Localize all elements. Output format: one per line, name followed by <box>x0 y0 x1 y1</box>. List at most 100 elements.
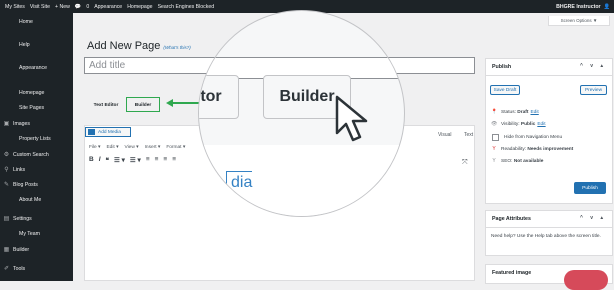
comments-icon[interactable]: 💬 <box>75 4 81 10</box>
help-chat-button[interactable] <box>564 270 608 290</box>
visibility-edit-link[interactable]: Edit <box>537 122 545 127</box>
align-center-icon[interactable]: ≡ <box>155 156 159 164</box>
editor-menubar: File ▾ Edit ▾ View ▾ Insert ▾ Format ▾ <box>89 145 185 150</box>
admin-bar-search-engines[interactable]: Search Engines Blocked <box>158 4 215 10</box>
user-avatar-icon[interactable]: 👤 <box>604 4 610 10</box>
sidebar-item-label: Homepage <box>19 89 45 96</box>
sidebar-item-label: Help <box>19 41 30 48</box>
sidebar-item-home[interactable]: Home <box>0 16 73 27</box>
align-justify-icon[interactable]: ≡ <box>172 156 176 164</box>
editor-toolbar: B I ❝ ☰ ▾ ☰ ▾ ≡ ≡ ≡ ≡ <box>89 156 176 164</box>
admin-bar-homepage[interactable]: Homepage <box>127 4 152 10</box>
featured-image-title: Featured image <box>492 270 532 276</box>
media-icon <box>88 129 95 135</box>
wrench-icon: ✐ <box>3 266 10 272</box>
panel-toggle-icon[interactable]: ^ v ▴ <box>580 63 606 69</box>
sidebar-item-images[interactable]: ▣ Images <box>0 118 73 129</box>
visibility-row: 👁 Visibility: Public Edit <box>491 121 546 127</box>
admin-bar-visit-site[interactable]: Visit Site <box>30 4 50 10</box>
screen-options-button[interactable]: Screen Options ▼ <box>548 16 610 26</box>
publish-panel-header[interactable]: Publish ^ v ▴ <box>486 59 612 76</box>
tab-text[interactable]: Text <box>464 132 473 138</box>
sidebar-item-my-team[interactable]: My Team <box>0 228 73 239</box>
page-title: Add New Page (What's this?) <box>87 40 191 52</box>
sidebar-item-site-pages[interactable]: Site Pages <box>0 102 73 113</box>
add-media-button[interactable]: Add Media <box>85 127 131 137</box>
page-title-text: Add New Page <box>87 40 161 52</box>
page-attributes-header[interactable]: Page Attributes ^ v ▴ <box>486 211 612 228</box>
sidebar-item-label: Home <box>19 18 33 25</box>
menu-file[interactable]: File ▾ <box>89 145 100 150</box>
seo-value: Not available <box>513 158 544 164</box>
pin-icon: ✎ <box>3 182 10 188</box>
sidebar-item-links[interactable]: ⚲ Links <box>0 164 73 175</box>
settings-icon: ▤ <box>3 216 10 222</box>
bullet-list-icon[interactable]: ☰ ▾ <box>114 156 125 164</box>
admin-bar-appearance[interactable]: Appearance <box>94 4 122 10</box>
menu-view[interactable]: View ▾ <box>125 145 139 150</box>
numbered-list-icon[interactable]: ☰ ▾ <box>130 156 141 164</box>
expand-icon[interactable]: ⤧ <box>462 159 468 167</box>
sidebar-item-label: Settings <box>13 215 32 222</box>
bold-icon[interactable]: B <box>89 156 94 164</box>
save-draft-button[interactable]: Save Draft <box>490 85 520 95</box>
hide-nav-row: Hide from Navigation Menu <box>491 134 562 141</box>
seo-label: SEO: <box>501 158 513 164</box>
sidebar-item-about-me[interactable]: About Me <box>0 194 73 205</box>
blockquote-icon[interactable]: ❝ <box>106 156 110 164</box>
hide-nav-checkbox[interactable] <box>492 134 499 141</box>
whats-this-link[interactable]: (What's this?) <box>163 45 190 50</box>
zoom-lens: tor Builder dia <box>198 10 405 217</box>
sidebar-item-blog-posts[interactable]: ✎ Blog Posts <box>0 179 73 190</box>
admin-bar-my-sites[interactable]: My Sites <box>5 4 25 10</box>
sidebar-item-settings[interactable]: ▤ Settings <box>0 213 73 224</box>
sidebar-item-label: Builder <box>13 246 30 253</box>
italic-icon[interactable]: I <box>99 156 101 164</box>
seo-row: Y SEO: Not available <box>491 158 543 164</box>
admin-bar-new[interactable]: + New <box>55 4 70 10</box>
sidebar-item-builder[interactable]: ▦ Builder <box>0 244 73 255</box>
readability-label: Readability: <box>501 146 527 152</box>
page-attributes-title: Page Attributes <box>492 216 531 222</box>
sidebar-item-label: Appearance <box>19 64 47 71</box>
menu-insert[interactable]: Insert ▾ <box>145 145 161 150</box>
sidebar-item-help[interactable]: Help <box>0 39 73 50</box>
link-icon: ⚲ <box>4 167 9 173</box>
status-edit-link[interactable]: Edit <box>530 110 538 115</box>
sidebar-item-homepage[interactable]: Homepage <box>0 87 73 98</box>
admin-sidebar: Home Help Appearance Homepage Site Pages… <box>0 13 73 281</box>
menu-format[interactable]: Format ▾ <box>166 145 185 150</box>
gear-icon: ⚙ <box>3 152 10 158</box>
images-icon: ▣ <box>3 121 10 127</box>
eye-icon: 👁 <box>491 121 498 127</box>
align-right-icon[interactable]: ≡ <box>163 156 167 164</box>
admin-bar-comments-count[interactable]: 0 <box>86 4 89 10</box>
panel-toggle-icon[interactable]: ^ v ▴ <box>580 215 606 221</box>
visibility-value: Public <box>520 121 536 127</box>
yoast-seo-icon: Y <box>492 158 496 164</box>
publish-panel-title: Publish <box>492 64 512 70</box>
align-left-icon[interactable]: ≡ <box>146 156 150 164</box>
pin-icon: 📍 <box>491 109 498 115</box>
sidebar-item-label: Custom Search <box>13 151 49 158</box>
sidebar-item-label: Images <box>13 120 31 127</box>
highlight-arrow-head <box>166 99 173 107</box>
status-value: Draft <box>517 109 529 115</box>
yoast-readability-icon: Y <box>492 146 496 152</box>
menu-edit[interactable]: Edit ▾ <box>106 145 118 150</box>
admin-bar-user[interactable]: BHGRE Instructor <box>556 4 600 10</box>
sidebar-item-appearance[interactable]: Appearance <box>0 62 73 73</box>
status-label: Status: <box>501 109 516 115</box>
sidebar-item-label: Links <box>13 166 26 173</box>
preview-button[interactable]: Preview <box>580 85 607 95</box>
sidebar-item-property-lists[interactable]: Property Lists <box>0 133 73 144</box>
sidebar-item-custom-search[interactable]: ⚙ Custom Search <box>0 149 73 160</box>
sidebar-item-label: Tools <box>13 265 26 272</box>
hide-nav-label: Hide from Navigation Menu <box>504 135 563 140</box>
sidebar-item-tools[interactable]: ✐ Tools <box>0 263 73 274</box>
tab-visual[interactable]: Visual <box>438 132 452 138</box>
publish-button[interactable]: Publish <box>574 182 606 194</box>
tab-text-editor[interactable]: Text Editor <box>89 99 123 111</box>
zoom-media-text: dia <box>226 171 253 192</box>
zoom-tab-text-editor: tor <box>199 75 239 119</box>
